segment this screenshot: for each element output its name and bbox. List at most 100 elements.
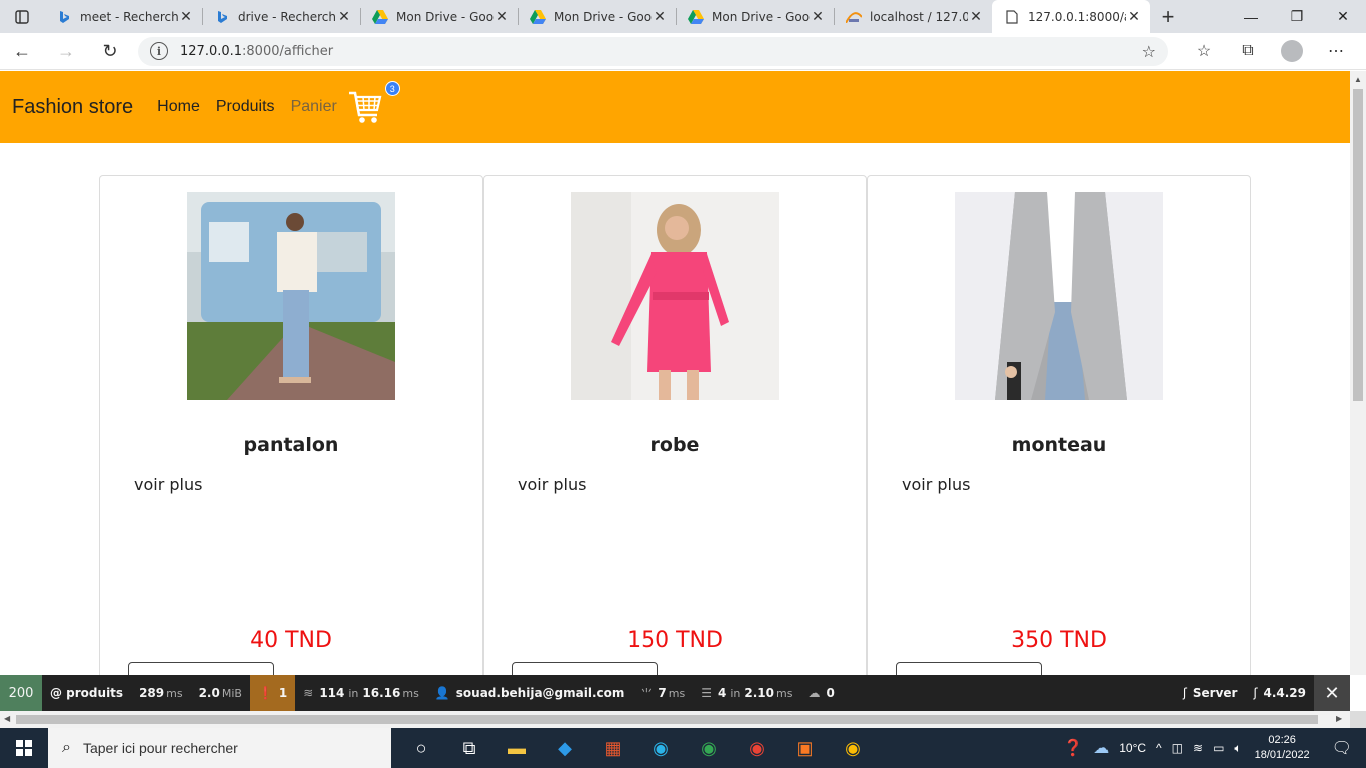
version-panel[interactable]: ʃ 4.4.29 bbox=[1245, 675, 1314, 711]
close-tab-icon[interactable]: ✕ bbox=[1126, 8, 1142, 25]
notifications-icon[interactable]: 🗨︎ bbox=[1318, 738, 1366, 758]
windows-taskbar: ⌕ Taper ici pour rechercher ○ ⧉ ▬ ◆ ▦ ◉ … bbox=[0, 728, 1366, 768]
route-name[interactable]: @ produits bbox=[42, 675, 131, 711]
shopping-cart-icon[interactable]: 3 bbox=[347, 81, 400, 127]
weather-temp[interactable]: 10°C bbox=[1114, 741, 1151, 755]
address-bar[interactable]: i 127.0.0.1:8000/afficher ☆ bbox=[138, 36, 1168, 66]
edge-icon[interactable]: ◉ bbox=[637, 728, 685, 768]
product-image[interactable] bbox=[187, 192, 395, 400]
user-panel[interactable]: 👤 souad.behija@gmail.com bbox=[427, 675, 633, 711]
symfony-icon: ʃ bbox=[1253, 686, 1258, 700]
more-menu-icon[interactable]: ⋯ bbox=[1314, 33, 1358, 70]
add-to-cart-button[interactable] bbox=[128, 662, 274, 675]
db-panel[interactable]: ☰ 4 in 2.10 ms bbox=[693, 675, 800, 711]
collections-icon[interactable]: ⧉ bbox=[1226, 33, 1270, 70]
profile-avatar[interactable] bbox=[1270, 33, 1314, 70]
nav-products-link[interactable]: Produits bbox=[216, 98, 275, 116]
request-time[interactable]: 289 ms bbox=[131, 675, 191, 711]
minimize-icon[interactable]: — bbox=[1228, 0, 1274, 33]
xampp-icon[interactable]: ▣ bbox=[781, 728, 829, 768]
restore-icon[interactable]: ❐ bbox=[1274, 0, 1320, 33]
chrome-icon[interactable]: ◉ bbox=[685, 728, 733, 768]
taskbar-search-input[interactable]: ⌕ Taper ici pour rechercher bbox=[48, 728, 391, 768]
wifi-icon[interactable]: ≋ bbox=[1188, 741, 1208, 755]
tab-title: Mon Drive - Google bbox=[554, 9, 652, 24]
time-value: 289 bbox=[139, 686, 165, 700]
forward-button[interactable]: → bbox=[44, 33, 88, 70]
warnings-badge[interactable]: ❗ 1 bbox=[249, 675, 296, 711]
add-favorite-icon[interactable]: ☆ bbox=[1142, 42, 1156, 61]
add-to-cart-button[interactable] bbox=[512, 662, 658, 675]
vertical-scrollbar[interactable]: ▲ bbox=[1350, 71, 1366, 675]
close-toolbar-icon[interactable]: ✕ bbox=[1314, 675, 1350, 711]
scroll-right-icon[interactable]: ▶ bbox=[1336, 714, 1342, 723]
scroll-left-icon[interactable]: ◀ bbox=[4, 714, 10, 723]
product-image[interactable] bbox=[955, 192, 1163, 400]
url-path: :8000/afficher bbox=[242, 43, 334, 59]
vscode-icon[interactable]: ◆ bbox=[541, 728, 589, 768]
close-window-icon[interactable]: ✕ bbox=[1320, 0, 1366, 33]
uploads-panel[interactable]: ☁ 0 bbox=[800, 675, 842, 711]
taskbar-clock[interactable]: 02:26 18/01/2022 bbox=[1247, 733, 1318, 763]
tab-actions-icon[interactable] bbox=[0, 0, 44, 33]
browser-tab[interactable]: Mon Drive - Google ✕ bbox=[676, 0, 834, 33]
browser-tab-active[interactable]: 127.0.0.1:8000/afficher ✕ bbox=[992, 0, 1150, 33]
search-icon: ⌕ bbox=[62, 739, 71, 756]
server-panel[interactable]: ʃ Server bbox=[1175, 675, 1246, 711]
close-tab-icon[interactable]: ✕ bbox=[968, 8, 984, 25]
new-tab-button[interactable]: + bbox=[1150, 0, 1186, 33]
browser-tab[interactable]: drive - Recherche ✕ bbox=[202, 0, 360, 33]
browser-tab[interactable]: Mon Drive - Google ✕ bbox=[518, 0, 676, 33]
volume-icon[interactable]: 🔈︎ bbox=[1229, 741, 1246, 756]
horizontal-scrollbar[interactable]: ◀ ▶ bbox=[0, 711, 1350, 728]
scrollbar-thumb[interactable] bbox=[16, 715, 1318, 724]
cortana-icon[interactable]: ○ bbox=[397, 728, 445, 768]
db-unit: ms bbox=[775, 686, 793, 700]
memory-unit: MiB bbox=[221, 686, 242, 700]
scroll-up-icon[interactable]: ▲ bbox=[1354, 75, 1362, 84]
chrome-profile-icon[interactable]: ◉ bbox=[733, 728, 781, 768]
file-explorer-icon[interactable]: ▬ bbox=[493, 728, 541, 768]
db-time: 2.10 bbox=[744, 686, 774, 700]
nav-cart-link[interactable]: Panier bbox=[291, 98, 337, 116]
brand-link[interactable]: Fashion store bbox=[12, 96, 133, 119]
browser-tab[interactable]: localhost / 127.0.0 ✕ bbox=[834, 0, 992, 33]
back-button[interactable]: ← bbox=[0, 33, 44, 70]
close-tab-icon[interactable]: ✕ bbox=[336, 8, 352, 25]
scrollbar-thumb[interactable] bbox=[1353, 89, 1363, 401]
clock-time: 02:26 bbox=[1268, 734, 1296, 746]
weather-icon[interactable]: ☁ bbox=[1088, 738, 1114, 758]
battery-icon[interactable]: ▭ bbox=[1208, 741, 1229, 755]
chrome-icon[interactable]: ◉ bbox=[829, 728, 877, 768]
memory-usage[interactable]: 2.0 MiB bbox=[191, 675, 250, 711]
site-info-icon[interactable]: i bbox=[150, 42, 168, 60]
close-tab-icon[interactable]: ✕ bbox=[652, 8, 668, 25]
reload-button[interactable]: ↻ bbox=[88, 33, 132, 70]
favorites-icon[interactable]: ☆ bbox=[1182, 33, 1226, 70]
tray-chevron-icon[interactable]: ^ bbox=[1151, 741, 1167, 755]
google-drive-icon bbox=[530, 9, 546, 25]
office-icon[interactable]: ▦ bbox=[589, 728, 637, 768]
twig-icon: ⺌ bbox=[640, 686, 653, 701]
render-panel[interactable]: ⺌ 7 ms bbox=[632, 675, 693, 711]
browser-tab[interactable]: meet - Recherche ✕ bbox=[44, 0, 202, 33]
events-panel[interactable]: ≋ 114 in 16.16 ms bbox=[295, 675, 427, 711]
product-image[interactable] bbox=[571, 192, 779, 400]
product-details-link[interactable]: voir plus bbox=[902, 475, 970, 494]
product-details-link[interactable]: voir plus bbox=[518, 475, 586, 494]
close-tab-icon[interactable]: ✕ bbox=[178, 8, 194, 25]
task-view-icon[interactable]: ⧉ bbox=[445, 728, 493, 768]
status-code-badge[interactable]: 200 bbox=[0, 675, 42, 711]
product-price: 40 TND bbox=[250, 628, 332, 653]
help-icon[interactable]: ❓ bbox=[1058, 738, 1088, 758]
product-details-link[interactable]: voir plus bbox=[134, 475, 202, 494]
nav-home-link[interactable]: Home bbox=[157, 98, 200, 116]
product-card: robe voir plus 150 TND bbox=[483, 175, 867, 675]
browser-tab[interactable]: Mon Drive - Google ✕ bbox=[360, 0, 518, 33]
add-to-cart-button[interactable] bbox=[896, 662, 1042, 675]
tab-title: drive - Recherche bbox=[238, 9, 336, 24]
windows-start-icon[interactable] bbox=[0, 728, 48, 768]
close-tab-icon[interactable]: ✕ bbox=[494, 8, 510, 25]
network-icon[interactable]: ◫ bbox=[1167, 741, 1188, 755]
close-tab-icon[interactable]: ✕ bbox=[810, 8, 826, 25]
